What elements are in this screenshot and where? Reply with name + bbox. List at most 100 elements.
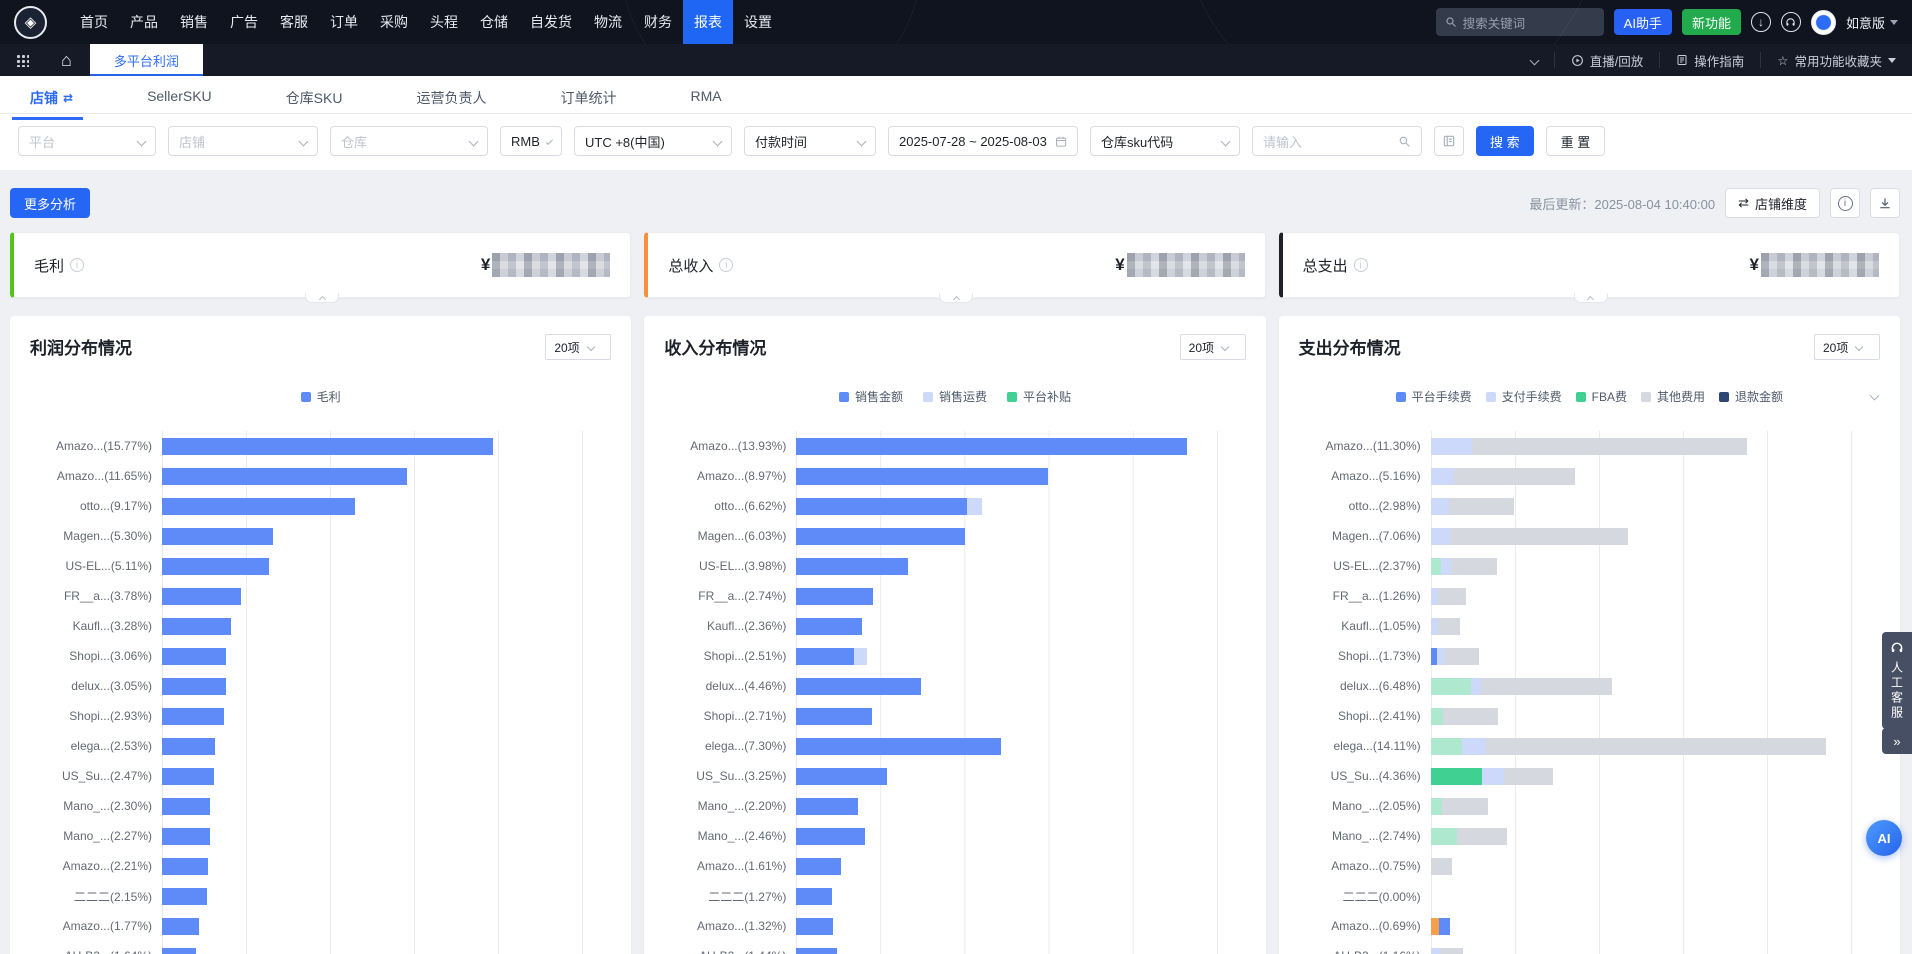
platform-select[interactable]: 平台 xyxy=(18,126,156,156)
home-icon[interactable]: ⌂ xyxy=(61,51,72,69)
more-analysis-button[interactable]: 更多分析 xyxy=(10,188,90,218)
legend-item[interactable]: 毛利 xyxy=(301,388,341,405)
legend-item[interactable]: 平台手续费 xyxy=(1396,388,1472,405)
headset-support-icon[interactable] xyxy=(1781,12,1801,32)
live-replay-link[interactable]: 直播/回放 xyxy=(1555,51,1659,69)
legend-item[interactable]: 销售运费 xyxy=(923,388,987,405)
bar xyxy=(162,468,407,485)
legend-label: FBA费 xyxy=(1592,388,1627,405)
nav-item-报表[interactable]: 报表 xyxy=(683,0,733,44)
user-avatar[interactable] xyxy=(1811,10,1836,35)
dimension-switch-button[interactable]: ⇄ 店铺维度 xyxy=(1725,188,1820,218)
card-expand-handle[interactable] xyxy=(939,293,973,303)
column-settings-button[interactable] xyxy=(1434,126,1464,156)
operation-guide-link[interactable]: 操作指南 xyxy=(1660,51,1760,69)
bar xyxy=(162,738,215,755)
nav-item-仓储[interactable]: 仓储 xyxy=(469,0,519,44)
nav-item-订单[interactable]: 订单 xyxy=(319,0,369,44)
panel-title: 支出分布情况 xyxy=(1299,334,1401,359)
version-menu[interactable]: 如意版 xyxy=(1846,13,1898,32)
item-count-select[interactable]: 20项 xyxy=(1814,334,1880,360)
app-logo[interactable]: ◈ xyxy=(14,6,47,39)
new-features-button[interactable]: 新功能 xyxy=(1682,9,1741,35)
bar-segment xyxy=(796,588,873,605)
item-count-select[interactable]: 20项 xyxy=(545,334,611,360)
bar-label: delux...(6.48%) xyxy=(1299,679,1431,693)
nav-item-物流[interactable]: 物流 xyxy=(583,0,633,44)
legend-label: 平台手续费 xyxy=(1412,388,1472,405)
item-count-select[interactable]: 20项 xyxy=(1180,334,1246,360)
nav-item-客服[interactable]: 客服 xyxy=(269,0,319,44)
nav-item-产品[interactable]: 产品 xyxy=(119,0,169,44)
nav-item-首页[interactable]: 首页 xyxy=(69,0,119,44)
tab-rma[interactable]: RMA xyxy=(690,88,721,116)
bar xyxy=(1431,588,1466,605)
legend-swatch-icon xyxy=(1576,392,1586,402)
card-gross-profit[interactable]: 毛利 i ¥ xyxy=(10,232,631,298)
tab-multi-platform-profit[interactable]: 多平台利润 xyxy=(90,44,203,76)
nav-item-财务[interactable]: 财务 xyxy=(633,0,683,44)
list-settings-icon xyxy=(1442,134,1456,148)
bar xyxy=(162,918,199,935)
legend-item[interactable]: 支付手续费 xyxy=(1486,388,1562,405)
card-total-revenue[interactable]: 总收入 i ¥ xyxy=(644,232,1265,298)
store-select[interactable]: 店铺 xyxy=(168,126,318,156)
chevron-down-icon xyxy=(1855,343,1863,351)
info-icon[interactable]: i xyxy=(70,258,84,272)
bar-label: Amazo...(0.75%) xyxy=(1299,859,1431,873)
legend-item[interactable]: FBA费 xyxy=(1576,388,1627,405)
bar-area xyxy=(162,461,583,491)
card-expand-handle[interactable] xyxy=(305,293,339,303)
legend-item[interactable]: 平台补贴 xyxy=(1007,388,1071,405)
apps-grid-icon[interactable] xyxy=(16,54,29,67)
tab-operation-manager[interactable]: 运营负责人 xyxy=(416,88,486,120)
nav-item-采购[interactable]: 采购 xyxy=(369,0,419,44)
legend-item[interactable]: 其他费用 xyxy=(1641,388,1705,405)
tab-warehouse-sku[interactable]: 仓库SKU xyxy=(286,88,343,120)
nav-item-广告[interactable]: 广告 xyxy=(219,0,269,44)
bar xyxy=(796,618,862,635)
warehouse-select[interactable]: 仓库 xyxy=(330,126,488,156)
currency-select[interactable]: RMB xyxy=(500,126,562,156)
global-search-input[interactable]: 搜索关键词 xyxy=(1436,8,1604,36)
sku-field-select[interactable]: 仓库sku代码 xyxy=(1090,126,1240,156)
download-client-icon[interactable]: ↓ xyxy=(1751,12,1771,32)
customer-service-tab[interactable]: 人工客服 xyxy=(1882,632,1912,729)
info-icon[interactable]: i xyxy=(1354,258,1368,272)
favorites-menu[interactable]: ☆ 常用功能收藏夹 xyxy=(1761,51,1912,69)
time-type-select[interactable]: 付款时间 xyxy=(744,126,876,156)
info-button[interactable]: i xyxy=(1830,188,1860,218)
ai-assistant-button[interactable]: AI助手 xyxy=(1614,9,1672,35)
bar-label: FR__a...(2.74%) xyxy=(664,589,796,603)
date-range-picker[interactable]: 2025-07-28 ~ 2025-08-03 xyxy=(888,126,1078,156)
card-value: ¥ xyxy=(1115,253,1244,277)
export-button[interactable] xyxy=(1870,188,1900,218)
chevron-up-icon xyxy=(319,296,326,303)
tab-seller-sku[interactable]: SellerSKU xyxy=(147,88,212,116)
legend-item[interactable]: 退款金额 xyxy=(1719,388,1783,405)
card-total-expense[interactable]: 总支出 i ¥ xyxy=(1279,232,1900,298)
bar-segment xyxy=(162,948,196,954)
bar xyxy=(796,498,982,515)
timezone-select[interactable]: UTC +8(中国) xyxy=(574,126,732,156)
bar-area xyxy=(1431,671,1852,701)
reset-button[interactable]: 重 置 xyxy=(1546,126,1606,156)
bar-label: delux...(3.05%) xyxy=(30,679,162,693)
collapse-tabs-button[interactable] xyxy=(1515,51,1554,69)
nav-item-设置[interactable]: 设置 xyxy=(733,0,783,44)
nav-item-头程[interactable]: 头程 xyxy=(419,0,469,44)
nav-item-自发货[interactable]: 自发货 xyxy=(519,0,583,44)
tab-order-statistics[interactable]: 订单统计 xyxy=(560,88,616,120)
card-expand-handle[interactable] xyxy=(1574,293,1608,303)
search-button[interactable]: 搜 索 xyxy=(1476,126,1534,156)
ai-floating-button[interactable]: AI xyxy=(1866,820,1902,856)
bar xyxy=(162,648,226,665)
sku-search-input[interactable]: 请输入 xyxy=(1252,126,1422,156)
info-icon[interactable]: i xyxy=(719,258,733,272)
nav-item-销售[interactable]: 销售 xyxy=(169,0,219,44)
tab-store[interactable]: 店铺 ⇄ xyxy=(30,88,73,120)
chart-row: FR__a...(2.74%) xyxy=(664,581,1245,611)
sidebar-collapse-button[interactable]: » xyxy=(1882,728,1912,754)
legend-item[interactable]: 销售金额 xyxy=(839,388,903,405)
bar xyxy=(162,798,210,815)
